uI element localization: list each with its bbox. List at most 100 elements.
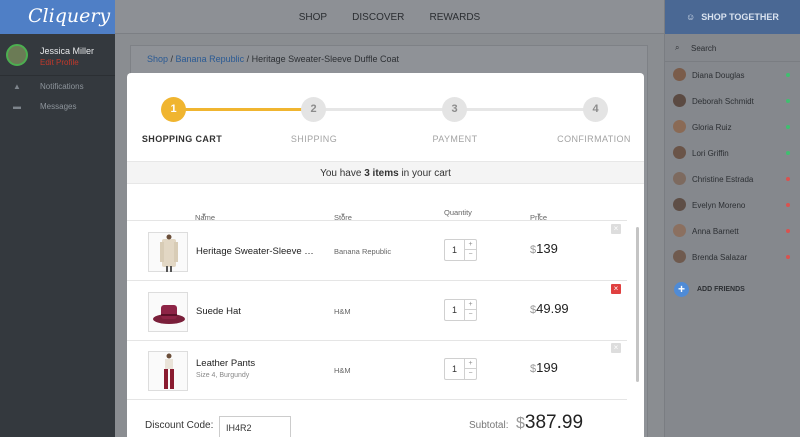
decrement-button[interactable]: −	[464, 369, 476, 379]
nav-discover[interactable]: DISCOVER	[352, 12, 404, 23]
product-thumbnail[interactable]	[148, 292, 188, 332]
cart-count-notice: You have 3 items in your cart	[127, 161, 644, 184]
breadcrumb-shop[interactable]: Shop	[147, 54, 168, 64]
status-dot	[786, 73, 790, 77]
remove-item-button[interactable]: ×	[611, 284, 621, 294]
friend-avatar	[673, 120, 686, 133]
breadcrumb-brand[interactable]: Banana Republic	[176, 54, 245, 64]
friend-item[interactable]: Gloria Ruiz	[665, 114, 800, 140]
avatar[interactable]	[6, 44, 28, 66]
breadcrumb: Shop / Banana Republic / Heritage Sweate…	[147, 54, 399, 64]
friend-item[interactable]: Deborah Schmidt	[665, 88, 800, 114]
checkout-steps: 1 2 3 4 SHOPPING CART SHIPPING PAYMENT C…	[127, 73, 644, 161]
friend-item[interactable]: Evelyn Moreno	[665, 192, 800, 218]
step-3-circle[interactable]: 3	[442, 97, 467, 122]
remove-item-button[interactable]: ×	[611, 343, 621, 353]
step-4-circle[interactable]: 4	[583, 97, 608, 122]
increment-button[interactable]: +	[464, 359, 476, 369]
product-store: H&M	[334, 366, 351, 375]
envelope-icon: ▬	[13, 102, 21, 111]
friends-list: Diana Douglas Deborah Schmidt Gloria Ruiz L…	[665, 62, 800, 270]
status-dot	[786, 177, 790, 181]
users-icon: ☺	[686, 12, 696, 22]
product-thumbnail[interactable]	[148, 351, 188, 391]
increment-button[interactable]: +	[464, 300, 476, 310]
nav-messages[interactable]: ▬ Messages	[0, 96, 115, 116]
product-name[interactable]: Suede Hat	[196, 306, 316, 317]
add-friends-button[interactable]: + ADD FRIENDS	[665, 279, 800, 301]
product-store: Banana Republic	[334, 247, 392, 256]
product-name[interactable]: Heritage Sweater-Sleeve Duffle Coat	[196, 246, 316, 257]
quantity-stepper[interactable]: 1 + −	[444, 239, 477, 261]
friend-avatar	[673, 146, 686, 159]
status-dot	[786, 99, 790, 103]
friend-name: Deborah Schmidt	[692, 97, 754, 106]
product-store: H&M	[334, 307, 351, 316]
decrement-button[interactable]: −	[464, 250, 476, 260]
product-name[interactable]: Leather Pants	[196, 358, 316, 369]
status-dot	[786, 203, 790, 207]
column-quantity: Quantity	[444, 208, 472, 217]
discount-code-input[interactable]	[219, 416, 291, 437]
app-logo[interactable]: Cliquery	[0, 0, 115, 34]
cart-row: Leather Pants Size 4, Burgundy H&M 1 + −…	[127, 341, 627, 400]
cart-modal: 1 2 3 4 SHOPPING CART SHIPPING PAYMENT C…	[127, 73, 644, 437]
price-value: 199	[536, 360, 558, 375]
nav-label: Messages	[40, 102, 77, 111]
breadcrumb-separator: /	[168, 54, 176, 64]
friend-name: Diana Douglas	[692, 71, 745, 80]
friend-item[interactable]: Christine Estrada	[665, 166, 800, 192]
left-sidebar: Cliquery Jessica Miller Edit Profile ▲ N…	[0, 0, 115, 437]
breadcrumb-product: Heritage Sweater-Sleeve Duffle Coat	[251, 54, 400, 64]
top-nav: SHOP DISCOVER REWARDS	[115, 0, 664, 34]
step-2-circle[interactable]: 2	[301, 97, 326, 122]
friend-avatar	[673, 172, 686, 185]
pants-image	[164, 353, 174, 389]
step-1-circle[interactable]: 1	[161, 97, 186, 122]
user-profile: Jessica Miller Edit Profile	[0, 34, 115, 76]
quantity-value: 1	[452, 364, 458, 374]
friend-search[interactable]: ⌕ Search	[665, 34, 800, 62]
step-2-label: SHIPPING	[290, 134, 338, 144]
status-dot	[786, 151, 790, 155]
status-dot	[786, 229, 790, 233]
item-price: $199	[530, 360, 558, 375]
plus-icon: +	[674, 282, 689, 297]
product-thumbnail[interactable]	[148, 232, 188, 272]
search-icon: ⌕	[675, 43, 680, 52]
nav-rewards[interactable]: REWARDS	[429, 12, 480, 23]
cart-scrollbar[interactable]	[636, 227, 639, 382]
friend-name: Gloria Ruiz	[692, 123, 732, 132]
subtotal-label: Subtotal:	[469, 420, 509, 431]
price-value: 49.99	[536, 301, 569, 316]
friend-avatar	[673, 68, 686, 81]
breadcrumb-separator: /	[244, 54, 252, 64]
increment-button[interactable]: +	[464, 240, 476, 250]
user-name: Jessica Miller	[40, 46, 95, 56]
status-dot	[786, 125, 790, 129]
nav-notifications[interactable]: ▲ Notifications	[0, 76, 115, 96]
product-variant: Size 4, Burgundy	[196, 372, 250, 379]
friend-avatar	[673, 224, 686, 237]
nav-label: Notifications	[40, 82, 84, 91]
quantity-stepper[interactable]: 1 + −	[444, 358, 477, 380]
friend-name: Christine Estrada	[692, 175, 754, 184]
shop-together-label: SHOP TOGETHER	[701, 12, 779, 22]
discount-label: Discount Code:	[145, 420, 214, 431]
friend-item[interactable]: Diana Douglas	[665, 62, 800, 88]
sort-caret-icon: ▼	[340, 213, 346, 219]
shop-together-button[interactable]: ☺ SHOP TOGETHER	[665, 0, 800, 34]
decrement-button[interactable]: −	[464, 310, 476, 320]
friend-item[interactable]: Anna Barnett	[665, 218, 800, 244]
add-friends-label: ADD FRIENDS	[697, 286, 745, 293]
quantity-value: 1	[452, 245, 458, 255]
edit-profile-link[interactable]: Edit Profile	[40, 58, 79, 67]
friend-item[interactable]: Brenda Salazar	[665, 244, 800, 270]
quantity-stepper[interactable]: 1 + −	[444, 299, 477, 321]
cart-table-header: Name ▼ Store ▼ Quantity Price ▼	[127, 203, 627, 222]
currency-symbol: $	[516, 415, 525, 432]
remove-item-button[interactable]: ×	[611, 224, 621, 234]
bell-icon: ▲	[13, 82, 21, 91]
friend-item[interactable]: Lori Griffin	[665, 140, 800, 166]
nav-shop[interactable]: SHOP	[299, 12, 327, 23]
